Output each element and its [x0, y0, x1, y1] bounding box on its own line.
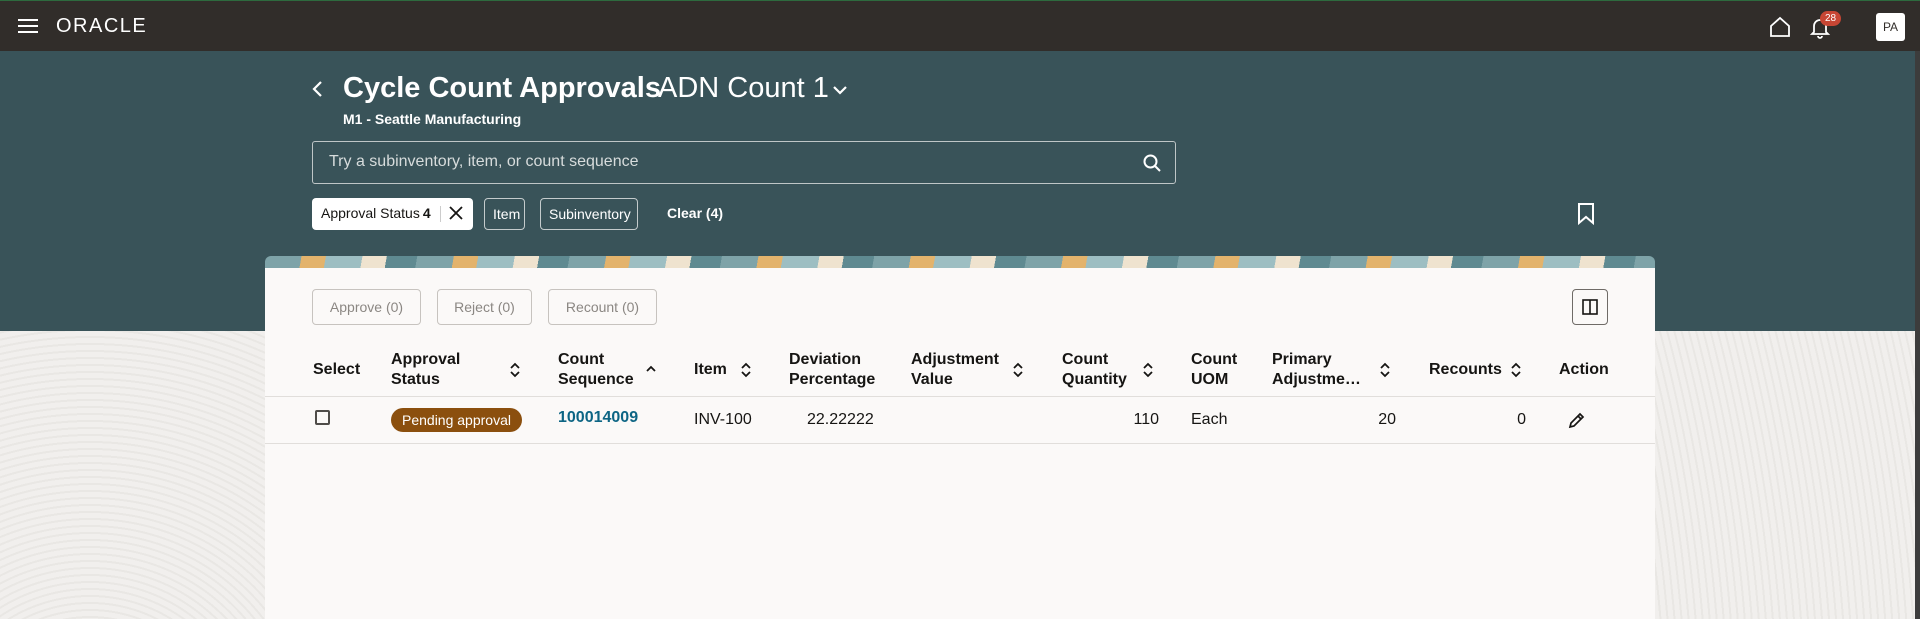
count-quantity-cell: 110 — [1133, 411, 1159, 428]
reject-button[interactable]: Reject (0) — [437, 289, 532, 325]
columns-icon — [1582, 299, 1598, 315]
menu-icon[interactable] — [18, 19, 38, 33]
column-header-primary-adjustment-line2: Adjustme… — [1272, 371, 1361, 388]
sort-icon[interactable] — [1142, 361, 1154, 379]
sort-ascending-icon[interactable] — [645, 361, 657, 379]
column-header-count-quantity[interactable]: Count Quantity — [1062, 350, 1127, 390]
column-header-item[interactable]: Item — [694, 360, 727, 380]
row-select-checkbox[interactable] — [315, 410, 330, 425]
user-avatar[interactable]: PA — [1876, 13, 1905, 41]
table-row-divider — [265, 443, 1655, 444]
page-title: Cycle Count Approvals — [343, 72, 661, 104]
approval-status-filter-chip[interactable]: Approval Status 4 — [312, 198, 473, 230]
column-header-select: Select — [313, 361, 361, 378]
notification-count-badge: 28 — [1820, 11, 1842, 26]
sort-icon[interactable] — [1012, 361, 1024, 379]
column-header-count-quantity-line2: Quantity — [1062, 371, 1127, 388]
home-icon[interactable] — [1768, 15, 1792, 39]
chevron-down-icon[interactable] — [832, 82, 848, 98]
edit-pencil-icon[interactable] — [1568, 412, 1585, 429]
sort-icon[interactable] — [740, 361, 752, 379]
column-header-approval-status-line2: Status — [391, 371, 440, 388]
approval-status-filter-label: Approval Status — [321, 205, 420, 221]
approval-status-filter-count: 4 — [422, 205, 431, 221]
column-header-deviation-line2: Percentage — [789, 371, 876, 388]
column-header-count-quantity-line1: Count — [1062, 351, 1109, 368]
column-header-primary-adjustment[interactable]: Primary Adjustme… — [1272, 350, 1361, 390]
top-bar: ORACLE 28 PA — [0, 0, 1920, 51]
chevron-left-icon — [312, 81, 322, 97]
column-header-deviation-line1: Deviation — [789, 351, 862, 368]
primary-adjustment-cell: 20 — [1378, 411, 1396, 428]
column-header-count-uom-line2: UOM — [1191, 371, 1229, 388]
column-layout-button[interactable] — [1572, 289, 1608, 325]
count-uom-cell: Each — [1191, 411, 1228, 428]
oracle-logo: ORACLE — [56, 15, 148, 37]
column-header-count-sequence-line2: Sequence — [558, 371, 634, 388]
organization-subtitle: M1 - Seattle Manufacturing — [343, 111, 522, 127]
column-header-count-sequence[interactable]: Count Sequence — [558, 350, 634, 390]
back-button[interactable] — [308, 77, 328, 101]
item-filter-chip[interactable]: Item — [484, 198, 525, 230]
column-header-approval-status[interactable]: Approval Status — [391, 350, 460, 390]
column-header-approval-status-line1: Approval — [391, 351, 461, 368]
search-input[interactable] — [329, 153, 1129, 171]
scrollbar[interactable] — [1915, 51, 1920, 619]
column-header-count-uom-line1: Count — [1191, 351, 1238, 368]
search-box[interactable] — [312, 141, 1176, 184]
column-header-count-uom[interactable]: Count UOM — [1191, 350, 1237, 390]
sort-icon[interactable] — [1510, 361, 1522, 379]
column-header-count-sequence-line1: Count — [558, 351, 605, 368]
item-cell: INV-100 — [694, 411, 752, 428]
status-badge: Pending approval — [391, 408, 522, 432]
recounts-cell: 0 — [1517, 411, 1526, 428]
chip-divider — [440, 206, 441, 222]
column-header-adjustment-value[interactable]: Adjustment Value — [911, 350, 999, 390]
sort-icon[interactable] — [509, 361, 521, 379]
search-icon[interactable] — [1142, 153, 1162, 173]
column-header-recounts[interactable]: Recounts — [1429, 360, 1502, 380]
sort-icon[interactable] — [1379, 361, 1391, 379]
close-icon[interactable] — [448, 205, 464, 221]
approve-button[interactable]: Approve (0) — [312, 289, 421, 325]
recount-button[interactable]: Recount (0) — [548, 289, 657, 325]
column-header-primary-adjustment-line1: Primary — [1272, 351, 1332, 368]
clear-filters-link[interactable]: Clear (4) — [667, 205, 723, 221]
subinventory-filter-chip[interactable]: Subinventory — [540, 198, 638, 230]
column-header-deviation-percentage[interactable]: Deviation Percentage — [789, 350, 875, 390]
deviation-percentage-cell: 22.22222 — [807, 411, 874, 428]
count-name-selector[interactable]: ADN Count 1 — [658, 72, 829, 105]
count-sequence-link[interactable]: 100014009 — [558, 409, 638, 427]
column-header-action: Action — [1559, 361, 1609, 378]
column-header-adjustment-line1: Adjustment — [911, 351, 999, 368]
table-header-divider — [265, 396, 1655, 397]
bookmark-icon[interactable] — [1577, 202, 1595, 226]
column-header-adjustment-line2: Value — [911, 371, 953, 388]
